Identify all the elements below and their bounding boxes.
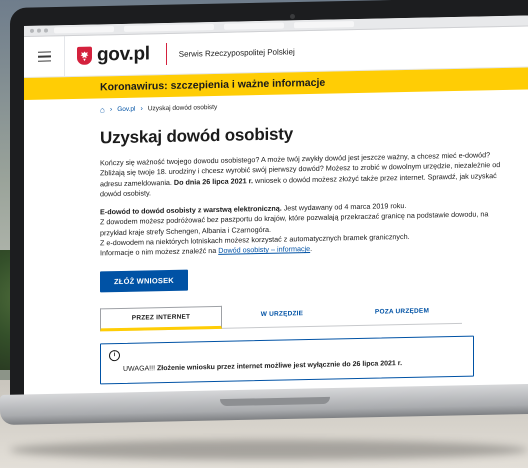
- chevron-right-icon: ›: [140, 105, 143, 113]
- breadcrumb: ⌂ › Gov.pl › Uzyskaj dowód osobisty: [100, 97, 516, 114]
- intro-paragraph: Kończy się ważność twojego dowodu osobis…: [100, 150, 516, 200]
- edowod-end: .: [310, 244, 313, 254]
- tab-online[interactable]: PRZEZ INTERNET: [100, 305, 222, 332]
- banner-text: Koronawirus: szczepienia i ważne informa…: [100, 76, 326, 94]
- site-tagline: Serwis Rzeczypospolitej Polskiej: [178, 46, 295, 59]
- browser-tab[interactable]: [124, 24, 214, 32]
- breadcrumb-link-govpl[interactable]: Gov.pl: [117, 106, 135, 113]
- chevron-right-icon: ›: [109, 106, 113, 114]
- main-content: ⌂ › Gov.pl › Uzyskaj dowód osobisty Uzys…: [24, 96, 528, 385]
- webcam: [290, 14, 295, 19]
- alert-prefix: UWAGA!!!: [123, 364, 157, 373]
- gov-logo[interactable]: gov.pl: [77, 43, 150, 67]
- laptop-screen: gov.pl Serwis Rzeczypospolitej Polskiej …: [24, 15, 528, 398]
- menu-icon[interactable]: [24, 36, 65, 77]
- edowod-paragraph: E-dowód to dowód osobisty z warstwą elek…: [100, 199, 516, 259]
- alert-text: Złożenie wniosku przez internet możliwe …: [156, 359, 403, 372]
- window-controls[interactable]: [30, 28, 48, 33]
- browser-tab[interactable]: [294, 21, 354, 29]
- info-link[interactable]: Dowód osobisty – informacje: [218, 244, 310, 255]
- info-icon: i: [109, 349, 120, 361]
- browser-tab[interactable]: [224, 22, 284, 30]
- submit-application-button[interactable]: ZŁÓŻ WNIOSEK: [100, 269, 188, 293]
- browser-tab[interactable]: [54, 26, 114, 34]
- laptop-shadow: [10, 440, 528, 460]
- maximize-dot[interactable]: [44, 28, 48, 33]
- home-icon[interactable]: ⌂: [100, 105, 105, 114]
- page-title: Uzyskaj dowód osobisty: [100, 124, 294, 148]
- edowod-line4: Informacje o nim możesz znaleźć na: [100, 246, 219, 258]
- warning-alert: i UWAGA!!! Złożenie wniosku przez intern…: [100, 335, 474, 385]
- header-divider: [165, 43, 167, 66]
- tab-office[interactable]: W URZĘDZIE: [222, 303, 342, 328]
- application-tabs: PRZEZ INTERNET W URZĘDZIE POZA URZĘDEM: [100, 300, 462, 332]
- alert-message: UWAGA!!! Złożenie wniosku przez internet…: [109, 358, 465, 373]
- intro-deadline: Do dnia 26 lipca 2021 r.: [173, 175, 254, 187]
- breadcrumb-current: Uzyskaj dowód osobisty: [147, 103, 218, 113]
- minimize-dot[interactable]: [37, 28, 41, 33]
- close-dot[interactable]: [30, 28, 34, 33]
- tab-outside-office[interactable]: POZA URZĘDEM: [342, 300, 462, 325]
- eagle-emblem-icon: [77, 46, 92, 65]
- logo-text: gov.pl: [97, 43, 150, 66]
